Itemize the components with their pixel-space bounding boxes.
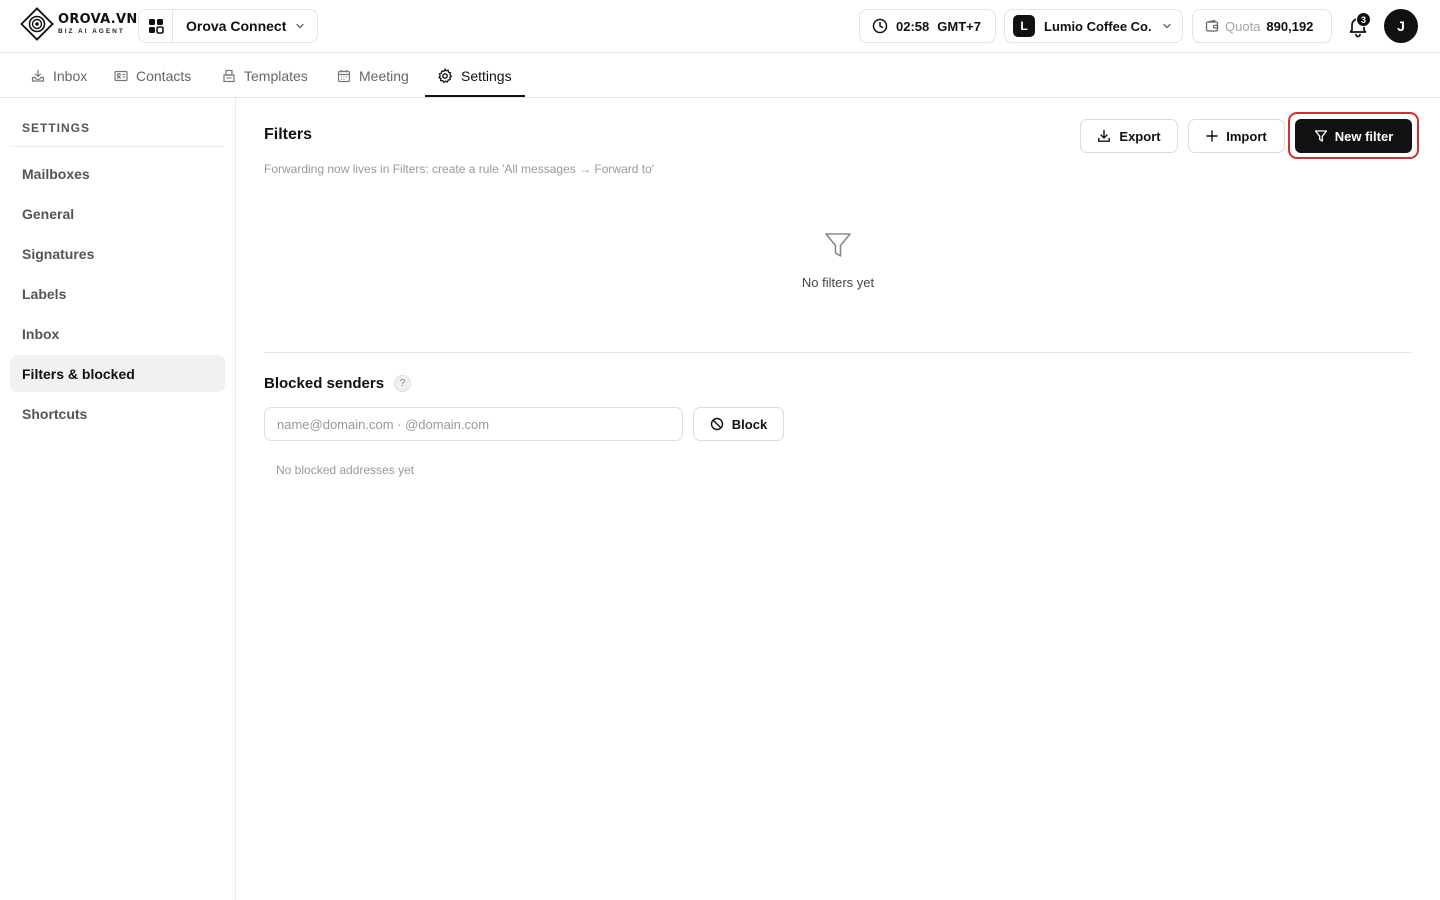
tab-meeting[interactable]: Meeting xyxy=(337,53,409,98)
blocked-senders-heading: Blocked senders xyxy=(264,375,385,392)
tab-contacts[interactable]: Contacts xyxy=(114,53,191,98)
block-address-input[interactable] xyxy=(264,407,683,441)
export-button[interactable]: Export xyxy=(1080,119,1178,153)
inbox-icon xyxy=(31,69,45,82)
sidebar-heading: SETTINGS xyxy=(22,121,91,135)
org-switcher[interactable]: L Lumio Coffee Co. xyxy=(1004,9,1183,43)
chevron-down-icon xyxy=(296,23,305,29)
import-button[interactable]: Import xyxy=(1188,119,1285,153)
templates-icon xyxy=(223,69,235,82)
settings-sidebar: SETTINGS Mailboxes General Signatures La… xyxy=(0,98,236,900)
clock-icon xyxy=(872,18,888,34)
blocked-empty-state: No blocked addresses yet xyxy=(276,463,415,477)
new-filter-button[interactable]: New filter xyxy=(1295,119,1412,153)
sidebar-item-inbox[interactable]: Inbox xyxy=(10,315,225,352)
app-name: Orova Connect xyxy=(186,18,287,34)
chevron-down-icon xyxy=(1162,23,1171,29)
plus-icon xyxy=(1206,130,1218,142)
block-label: Block xyxy=(731,416,768,432)
sidebar-item-general[interactable]: General xyxy=(10,195,225,232)
tab-label: Contacts xyxy=(136,67,192,84)
new-filter-label: New filter xyxy=(1334,128,1394,144)
active-tab-indicator xyxy=(425,95,525,97)
tab-templates[interactable]: Templates xyxy=(222,53,308,98)
clock-display[interactable]: 02:58 GMT+7 xyxy=(859,9,996,43)
filter-icon xyxy=(1314,130,1327,142)
download-icon xyxy=(1098,129,1111,142)
filters-empty-state: No filters yet xyxy=(801,275,875,290)
clock-time: 02:58 xyxy=(896,18,930,34)
tab-label: Inbox xyxy=(53,67,88,84)
app-switcher[interactable]: Orova Connect xyxy=(138,9,318,43)
sidebar-item-mailboxes[interactable]: Mailboxes xyxy=(10,155,225,192)
clock-timezone: GMT+7 xyxy=(937,18,981,34)
quota-label: Quota xyxy=(1225,18,1261,34)
tab-label: Templates xyxy=(244,67,308,84)
tab-label: Settings xyxy=(461,67,512,84)
tab-label: Meeting xyxy=(359,67,409,84)
tab-inbox[interactable]: Inbox xyxy=(31,53,87,98)
tab-settings[interactable]: Settings xyxy=(437,53,512,98)
help-icon[interactable]: ? xyxy=(394,375,412,392)
wallet-icon xyxy=(1205,19,1219,32)
main-tabs: Inbox Contacts Templates Meeting Setting… xyxy=(0,53,1440,98)
filters-title: Filters xyxy=(264,126,313,143)
org-avatar: L xyxy=(1013,15,1035,37)
notification-badge: 3 xyxy=(1356,12,1371,27)
logo[interactable]: OROVA.VN BIZ AI AGENT xyxy=(20,7,138,41)
blocked-senders-title: Blocked senders ? xyxy=(264,375,412,392)
logo-name: OROVA.VN xyxy=(58,11,138,27)
quota-display[interactable]: Quota 890,192 xyxy=(1192,9,1332,43)
user-avatar[interactable]: J xyxy=(1384,9,1418,43)
gear-icon xyxy=(438,68,453,83)
settings-content: Filters Forwarding now lives in Filters:… xyxy=(236,98,1440,900)
top-bar: OROVA.VN BIZ AI AGENT Orova Connect 02:5… xyxy=(0,0,1440,53)
contacts-icon xyxy=(114,70,128,81)
sidebar-item-signatures[interactable]: Signatures xyxy=(10,235,225,272)
quota-value: 890,192 xyxy=(1266,18,1314,34)
ban-icon xyxy=(710,417,723,431)
logo-mark-icon xyxy=(20,7,54,41)
block-button[interactable]: Block xyxy=(693,407,784,441)
calendar-icon xyxy=(337,69,351,82)
import-label: Import xyxy=(1226,128,1267,144)
sidebar-item-shortcuts[interactable]: Shortcuts xyxy=(10,395,225,432)
sidebar-item-filters-blocked[interactable]: Filters & blocked xyxy=(10,355,225,392)
sidebar-item-labels[interactable]: Labels xyxy=(10,275,225,312)
apps-grid-icon xyxy=(139,10,173,42)
sidebar-divider xyxy=(10,146,224,147)
filter-icon xyxy=(825,233,851,257)
org-name: Lumio Coffee Co. xyxy=(1044,18,1152,34)
filters-note: Forwarding now lives in Filters: create … xyxy=(264,162,655,176)
logo-tagline: BIZ AI AGENT xyxy=(58,27,125,35)
section-divider xyxy=(264,352,1412,353)
export-label: Export xyxy=(1119,128,1161,144)
